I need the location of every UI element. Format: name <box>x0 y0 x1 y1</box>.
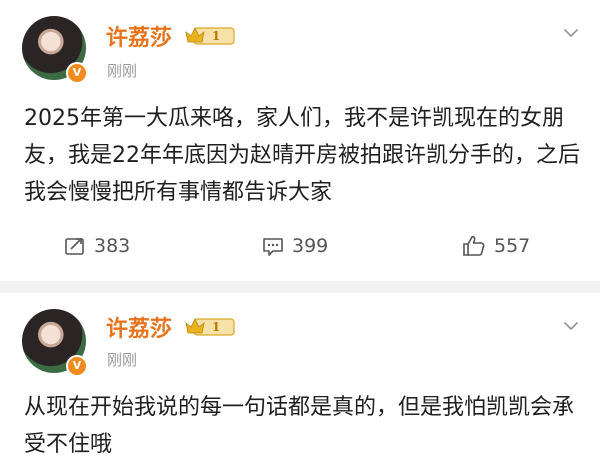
svg-text:1: 1 <box>212 320 220 334</box>
comment-count: 399 <box>292 235 329 257</box>
thumbs-up-icon <box>463 235 485 256</box>
username-link[interactable]: 许荔莎 <box>106 311 172 343</box>
svg-text:1: 1 <box>212 29 220 43</box>
verified-badge-icon: V <box>66 355 88 377</box>
feed-post: V 许荔莎 1 刚刚 从现在开始我说的每一句话都是真的，但是我怕凯凯会承受不住哦 <box>0 293 600 471</box>
post-divider <box>0 281 600 293</box>
post-text: 2025年第一大瓜来咯，家人们，我不是许凯现在的女朋友，我是22年年底因为赵晴开… <box>24 106 580 205</box>
comment-icon <box>263 238 283 256</box>
chevron-down-icon[interactable] <box>564 26 578 40</box>
chevron-down-icon[interactable] <box>564 319 578 333</box>
like-count: 557 <box>494 235 531 257</box>
feed-post: V 许荔莎 1 刚刚 2025年第一大瓜来咯，家人们，我不是许凯现在的女朋友，我… <box>0 0 600 281</box>
vip-crown-badge-icon: 1 <box>185 318 235 336</box>
post-text: 从现在开始我说的每一句话都是真的，但是我怕凯凯会承受不住哦 <box>24 395 575 457</box>
repost-count: 383 <box>94 235 131 257</box>
post-action-bar: 383 399 557 <box>0 228 600 264</box>
vip-crown-badge-icon: 1 <box>185 27 235 45</box>
repost-button[interactable]: 383 <box>64 228 130 264</box>
comment-button[interactable]: 399 <box>262 228 328 264</box>
like-button[interactable]: 557 <box>462 228 530 264</box>
post-time: 刚刚 <box>107 62 138 80</box>
post-time: 刚刚 <box>107 351 138 369</box>
repost-icon <box>65 238 84 255</box>
username-link[interactable]: 许荔莎 <box>106 20 172 52</box>
verified-badge-icon: V <box>66 62 88 84</box>
